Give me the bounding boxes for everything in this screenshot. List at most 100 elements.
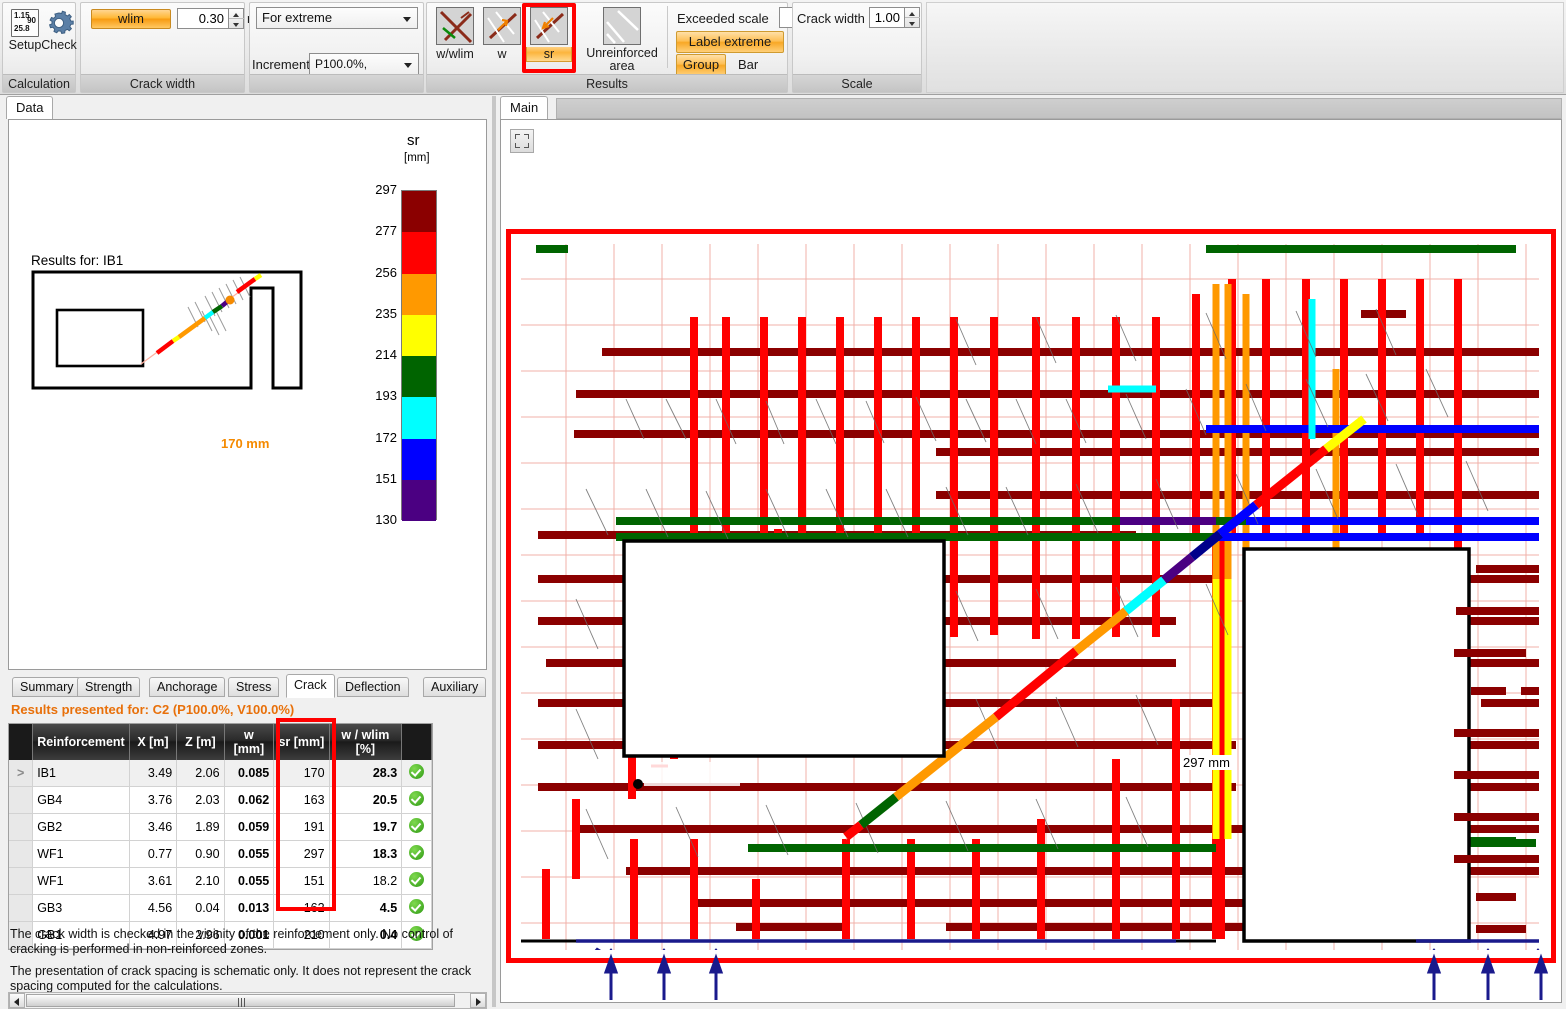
check-circle-icon [409,899,424,914]
cell-z: 0.04 [177,895,224,922]
label-extreme-toggle[interactable]: Label extreme [676,31,784,53]
note-2: The presentation of crack spacing is sch… [10,964,492,994]
row-marker[interactable]: > [9,760,33,787]
table-header-6[interactable]: w / wlim [%] [329,724,402,760]
table-header-7[interactable] [402,724,432,760]
subtab-deflection[interactable]: Deflection [337,677,409,697]
setup-icon-number-3: 25.8 [14,25,30,33]
result-button-w[interactable]: w [479,7,525,61]
row-marker[interactable] [9,868,33,895]
table-row[interactable]: GB34.560.040.0131624.5 [9,895,432,922]
cell-ratio: 18.2 [329,868,402,895]
cell-reinforcement: IB1 [33,760,130,787]
status-badge [402,895,432,922]
note-1: The crack width is checked in the vicini… [10,927,492,957]
table-header-5[interactable]: sr [mm] [274,724,329,760]
legend-band-0 [402,191,436,232]
subtab-crack[interactable]: Crack [286,674,335,698]
legend-tick-7: 151 [365,471,397,486]
legend-tick-0: 297 [365,182,397,197]
legend-band-2 [402,274,436,315]
scroll-right-button[interactable] [470,993,486,1008]
scroll-left-button[interactable] [9,993,25,1008]
results-table-wrapper[interactable]: ReinforcementX [m]Z [m]w [mm]sr [mm]w / … [8,723,433,950]
crack-spacing-callout: 297 mm [1181,755,1232,770]
tabstrip-filler [556,98,1562,119]
fullscreen-icon[interactable] [510,129,534,153]
table-row[interactable]: GB43.762.030.06216320.5 [9,787,432,814]
table-row[interactable]: WF10.770.900.05529718.3 [9,841,432,868]
table-row[interactable]: WF13.612.100.05515118.2 [9,868,432,895]
wlim-button[interactable]: wlim [91,9,171,29]
check-button[interactable]: Check [39,7,79,52]
table-row[interactable]: GB23.461.890.05919119.7 [9,814,432,841]
table-horizontal-scrollbar[interactable] [8,992,487,1009]
cross-section-graph[interactable]: Results for: IB1 [8,119,487,670]
subtab-anchorage[interactable]: Anchorage [149,677,225,697]
cell-w: 0.059 [224,814,274,841]
cell-w: 0.055 [224,841,274,868]
ribbon-group-scale: Crack width 1.00 Scale [792,2,922,93]
combination-select[interactable]: For extreme [256,7,418,29]
cell-sr: 170 [274,760,329,787]
group-toggle[interactable]: Group [676,54,726,76]
result-button-unreinforced-area[interactable]: Unreinforced area [582,7,662,73]
scale-crack-width-input[interactable]: 1.00 [869,7,905,28]
subtab-strength[interactable]: Strength [77,677,140,697]
subtab-auxiliary[interactable]: Auxiliary [423,677,486,697]
cell-z: 2.10 [177,868,224,895]
right-panel-tabstrip: Main [496,96,1566,118]
check-circle-icon [409,818,424,833]
wlim-spinner[interactable] [229,8,244,29]
cell-ratio: 4.5 [329,895,402,922]
legend-unit: [mm] [404,152,430,164]
result-button-w-over-wlim[interactable]: w/wlim [432,7,478,61]
gear-icon [44,9,74,37]
cell-sr: 163 [274,787,329,814]
legend-title: sr [407,132,420,149]
cell-x: 3.61 [129,868,176,895]
scale-crack-width-spinner[interactable] [905,7,920,28]
group-label-scale: Scale [793,74,921,92]
cell-z: 2.03 [177,787,224,814]
w-icon [483,7,521,45]
row-marker[interactable] [9,814,33,841]
ribbon-separator [667,6,668,68]
cell-ratio: 28.3 [329,760,402,787]
main-drawing-canvas[interactable]: 297 mm [500,119,1562,1003]
legend-band-6 [402,439,436,480]
subtab-summary[interactable]: Summary [12,677,81,697]
result-button-w-label: w [479,47,525,61]
legend-band-7 [402,480,436,521]
cell-x: 0.77 [129,841,176,868]
row-marker[interactable] [9,895,33,922]
status-badge [402,841,432,868]
check-button-label: Check [39,38,79,52]
cell-x: 3.49 [129,760,176,787]
cell-w: 0.055 [224,868,274,895]
status-badge [402,814,432,841]
tab-main[interactable]: Main [500,96,548,119]
group-label-calculation: Calculation [3,74,75,92]
row-marker[interactable] [9,787,33,814]
table-header-4[interactable]: w [mm] [224,724,274,760]
table-header-row: ReinforcementX [m]Z [m]w [mm]sr [mm]w / … [9,724,432,760]
legend-colorbar [401,190,437,520]
row-marker[interactable] [9,841,33,868]
cell-x: 3.76 [129,787,176,814]
w-over-wlim-icon [436,7,474,45]
wlim-value-input[interactable]: 0.30 [177,8,229,29]
table-header-1[interactable]: Reinforcement [33,724,130,760]
tab-data[interactable]: Data [6,96,53,119]
subtab-stress[interactable]: Stress [228,677,279,697]
table-header-2[interactable]: X [m] [129,724,176,760]
table-row[interactable]: >IB13.492.060.08517028.3 [9,760,432,787]
table-header-0[interactable] [9,724,33,760]
table-header-3[interactable]: Z [m] [177,724,224,760]
scroll-thumb[interactable] [26,994,455,1007]
status-badge [402,760,432,787]
increment-select[interactable]: P100.0%, V100.0% [309,53,419,75]
left-panel: Data Results for: IB1 [0,96,495,1007]
table-body: >IB13.492.060.08517028.3GB43.762.030.062… [9,760,432,949]
reinforcement-diagram [516,239,1546,955]
